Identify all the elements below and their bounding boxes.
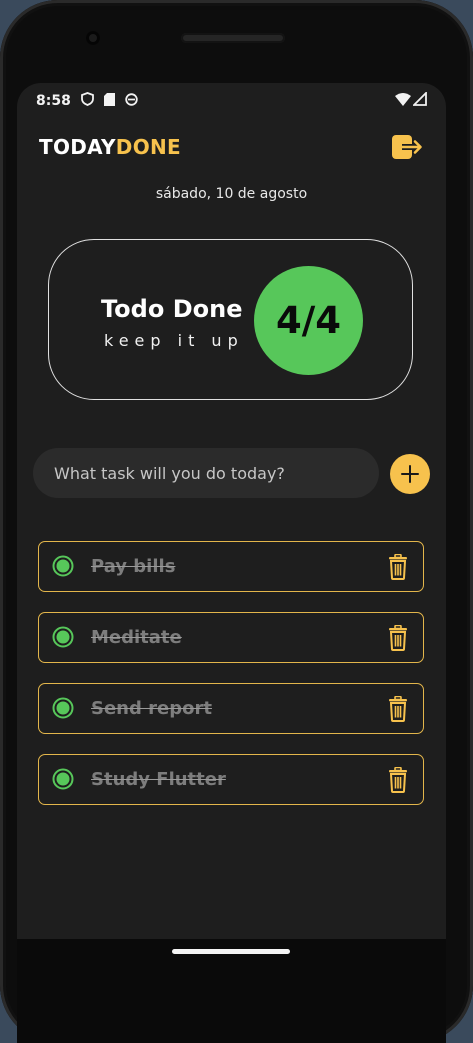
logout-icon xyxy=(392,135,422,159)
task-item: Send report xyxy=(38,683,424,734)
app-screen: 8:58 TODAYDONE sábado, 10 de agosto Todo… xyxy=(17,83,446,939)
shield-icon xyxy=(80,92,94,110)
task-label: Pay bills xyxy=(91,556,176,577)
summary-card: Todo Done keep it up 4/4 xyxy=(48,239,413,400)
home-gesture-bar[interactable] xyxy=(172,949,290,954)
wifi-icon xyxy=(395,92,411,110)
sync-icon xyxy=(125,92,138,110)
check-circle-icon[interactable] xyxy=(52,768,74,790)
check-circle-icon[interactable] xyxy=(52,626,74,648)
earpiece-speaker xyxy=(181,33,285,43)
progress-text: 4/4 xyxy=(275,299,341,342)
plus-icon xyxy=(401,465,419,483)
summary-subtitle: keep it up xyxy=(104,331,244,350)
trash-icon[interactable] xyxy=(387,554,409,580)
signal-icon xyxy=(411,90,427,110)
task-label: Meditate xyxy=(91,627,182,648)
task-label: Send report xyxy=(91,698,212,719)
logout-button[interactable] xyxy=(390,133,424,161)
trash-icon[interactable] xyxy=(387,696,409,722)
check-circle-icon[interactable] xyxy=(52,697,74,719)
trash-icon[interactable] xyxy=(387,625,409,651)
progress-circle: 4/4 xyxy=(254,266,363,375)
task-label: Study Flutter xyxy=(91,769,226,790)
check-circle-icon[interactable] xyxy=(52,555,74,577)
status-right xyxy=(395,90,427,110)
sd-card-icon xyxy=(103,92,115,110)
task-item: Pay bills xyxy=(38,541,424,592)
status-time: 8:58 xyxy=(36,93,71,109)
logo-today: TODAY xyxy=(39,135,116,159)
task-list: Pay bills Meditate Send report Study Flu… xyxy=(38,541,424,825)
task-input[interactable] xyxy=(33,448,379,498)
phone-frame: 8:58 TODAYDONE sábado, 10 de agosto Todo… xyxy=(0,0,473,1043)
app-logo: TODAYDONE xyxy=(39,135,181,159)
front-camera xyxy=(86,31,100,45)
task-item: Study Flutter xyxy=(38,754,424,805)
current-date: sábado, 10 de agosto xyxy=(155,186,308,202)
summary-title: Todo Done xyxy=(101,295,243,323)
app-bar: TODAYDONE xyxy=(39,133,424,163)
add-task-button[interactable] xyxy=(390,454,430,494)
task-item: Meditate xyxy=(38,612,424,663)
system-nav-bar xyxy=(17,939,446,1043)
logo-done: DONE xyxy=(115,135,182,159)
status-bar: 8:58 xyxy=(36,89,427,113)
new-task-row xyxy=(33,448,433,500)
trash-icon[interactable] xyxy=(387,767,409,793)
